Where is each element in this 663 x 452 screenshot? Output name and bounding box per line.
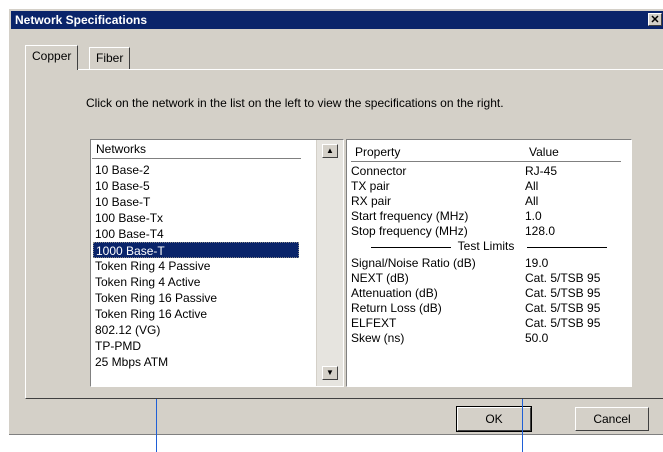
properties-header: Property Value xyxy=(351,144,621,162)
list-item[interactable]: 100 Base-Tx xyxy=(93,210,299,226)
list-item[interactable]: Token Ring 16 Passive xyxy=(93,290,299,306)
property-row: Signal/Noise Ratio (dB) 19.0 xyxy=(351,256,621,271)
title-bar: Network Specifications ✕ xyxy=(11,11,663,29)
property-name: Signal/Noise Ratio (dB) xyxy=(351,256,476,270)
list-item[interactable]: 802.12 (VG) xyxy=(93,322,299,338)
instructions-text: Click on the network in the list on the … xyxy=(86,96,504,110)
scroll-up-icon: ▲ xyxy=(326,146,334,155)
property-value: 1.0 xyxy=(525,209,542,223)
property-row: Attenuation (dB) Cat. 5/TSB 95 xyxy=(351,286,621,301)
property-value: Cat. 5/TSB 95 xyxy=(525,301,601,315)
property-value: Cat. 5/TSB 95 xyxy=(525,271,601,285)
list-item[interactable]: 10 Base-5 xyxy=(93,178,299,194)
property-name: ELFEXT xyxy=(351,316,397,330)
property-name: Attenuation (dB) xyxy=(351,286,438,300)
tab-copper-label: Copper xyxy=(32,49,72,63)
property-value: All xyxy=(525,194,539,208)
test-limits-label: Test Limits xyxy=(453,239,519,253)
scroll-down-icon: ▼ xyxy=(326,368,334,377)
property-name: RX pair xyxy=(351,194,392,208)
close-button[interactable]: ✕ xyxy=(648,13,662,26)
list-item[interactable]: TP-PMD xyxy=(93,338,299,354)
tab-copper[interactable]: Copper xyxy=(25,45,79,70)
test-limits-divider: Test Limits xyxy=(351,239,621,254)
property-row: Start frequency (MHz) 1.0 xyxy=(351,209,621,224)
property-value: 128.0 xyxy=(525,224,556,238)
property-name: Connector xyxy=(351,164,407,178)
networks-column-header[interactable]: Networks xyxy=(92,141,301,159)
close-icon: ✕ xyxy=(650,14,660,26)
property-value: 50.0 xyxy=(525,331,549,345)
property-name: Return Loss (dB) xyxy=(351,301,442,315)
property-row: Connector RJ-45 xyxy=(351,164,621,179)
property-value: 19.0 xyxy=(525,256,549,270)
list-item[interactable]: Token Ring 16 Active xyxy=(93,306,299,322)
property-row: Skew (ns) 50.0 xyxy=(351,331,621,346)
properties-table: Property Value Connector RJ-45 TX pair All R… xyxy=(346,139,632,387)
divider-line-left xyxy=(371,247,451,248)
list-item[interactable]: 1000 Base-T xyxy=(93,242,299,258)
scroll-track[interactable] xyxy=(322,160,338,362)
property-name: Skew (ns) xyxy=(351,331,405,345)
property-value: All xyxy=(525,179,539,193)
property-row: RX pair All xyxy=(351,194,621,209)
scroll-down-button[interactable]: ▼ xyxy=(322,366,338,380)
property-name: Stop frequency (MHz) xyxy=(351,224,468,238)
list-item[interactable]: 25 Mbps ATM xyxy=(93,354,299,370)
window-title: Network Specifications xyxy=(15,13,148,27)
property-column-header[interactable]: Property xyxy=(355,144,400,161)
scroll-up-button[interactable]: ▲ xyxy=(322,144,338,158)
divider-line-right xyxy=(527,247,607,248)
property-row: Stop frequency (MHz) 128.0 xyxy=(351,224,621,239)
list-item[interactable]: Token Ring 4 Active xyxy=(93,274,299,290)
property-value: Cat. 5/TSB 95 xyxy=(525,286,601,300)
networks-list: 10 Base-2 10 Base-5 10 Base-T 100 Base-Tx 10… xyxy=(93,162,299,370)
tab-fiber[interactable]: Fiber xyxy=(89,47,131,69)
property-row: NEXT (dB) Cat. 5/TSB 95 xyxy=(351,271,621,286)
property-name: TX pair xyxy=(351,179,390,193)
value-column-header[interactable]: Value xyxy=(529,144,559,161)
list-item[interactable]: 10 Base-2 xyxy=(93,162,299,178)
networks-listbox[interactable]: Networks 10 Base-2 10 Base-5 10 Base-T 100 … xyxy=(90,139,344,387)
property-value: Cat. 5/TSB 95 xyxy=(525,316,601,330)
ok-button[interactable]: OK xyxy=(457,407,531,431)
list-item[interactable]: Token Ring 4 Passive xyxy=(93,258,299,274)
property-row: ELFEXT Cat. 5/TSB 95 xyxy=(351,316,621,331)
cancel-button[interactable]: Cancel xyxy=(575,407,649,431)
property-name: Start frequency (MHz) xyxy=(351,209,469,223)
list-item[interactable]: 100 Base-T4 xyxy=(93,226,299,242)
copper-tab-panel: Click on the network in the list on the … xyxy=(25,69,663,399)
property-row: TX pair All xyxy=(351,179,621,194)
tab-fiber-label: Fiber xyxy=(96,51,124,65)
property-value: RJ-45 xyxy=(525,164,558,178)
property-name: NEXT (dB) xyxy=(351,271,409,285)
list-item[interactable]: 10 Base-T xyxy=(93,194,299,210)
networks-scrollbar[interactable]: ▲ ▼ xyxy=(316,140,343,386)
network-specifications-dialog: Network Specifications ✕ Copper Fiber Cl… xyxy=(8,8,663,435)
property-row: Return Loss (dB) Cat. 5/TSB 95 xyxy=(351,301,621,316)
